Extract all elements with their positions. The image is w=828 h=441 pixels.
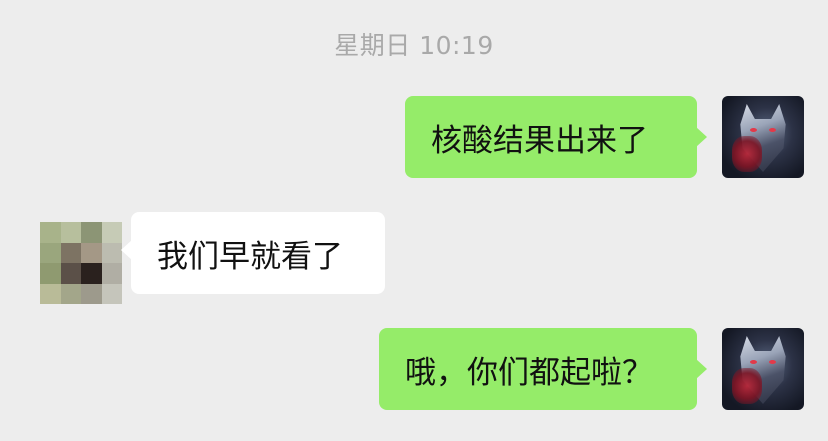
message-bubble-sent[interactable]: 核酸结果出来了 bbox=[405, 96, 707, 178]
bubble-tail bbox=[696, 127, 707, 147]
bubble-tail bbox=[696, 359, 707, 379]
message-bubble-sent[interactable]: 哦，你们都起啦？ bbox=[379, 328, 707, 410]
message-text: 哦，你们都起啦？ bbox=[405, 354, 653, 391]
bubble-tail bbox=[121, 240, 132, 260]
wolf-avatar-icon[interactable] bbox=[722, 328, 804, 410]
message-text: 我们早就看了 bbox=[157, 238, 343, 275]
pixelated-avatar-icon[interactable] bbox=[40, 222, 122, 304]
message-bubble-received[interactable]: 我们早就看了 bbox=[121, 212, 385, 294]
wolf-avatar-icon[interactable] bbox=[722, 96, 804, 178]
message-timestamp: 星期日 10:19 bbox=[334, 31, 494, 60]
message-text: 核酸结果出来了 bbox=[431, 122, 648, 159]
